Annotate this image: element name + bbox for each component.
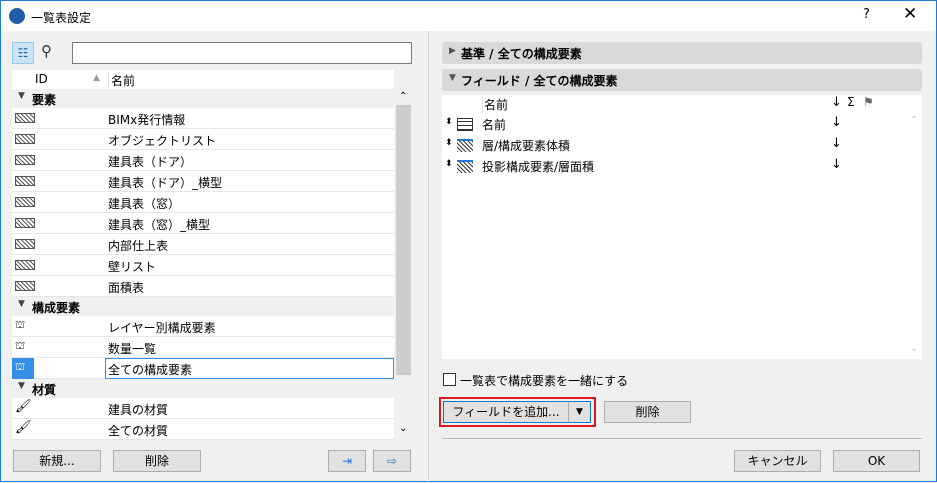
triangle-down-icon: ▼ [18,91,25,101]
ok-button[interactable]: OK [833,450,920,472]
panel-divider[interactable] [428,31,429,483]
dropdown-arrow-icon[interactable]: ▼ [568,402,590,422]
list-item[interactable]: ⛫ 全ての構成要素 [12,358,394,379]
criteria-section-header[interactable]: ▶ 基準 / 全ての構成要素 [442,42,922,64]
triangle-right-icon: ▶ [449,46,456,56]
list-item[interactable]: 🖌︎ 建具の材質 [12,398,394,419]
field-row[interactable]: ⬍ 投影構成要素/層面積 ↓ [442,156,905,177]
new-button[interactable]: 新規... [13,450,101,472]
list-item[interactable]: 建具表（ドア）_横型 [12,171,394,192]
export-icon: ⇨ [386,454,398,468]
help-button[interactable]: ? [863,7,870,22]
triangle-down-icon: ▼ [18,299,25,309]
field-column-sort: ↓ [831,95,842,110]
list-item[interactable]: 🖌︎ 全ての材質 [12,419,394,440]
cancel-button[interactable]: キャンセル [734,450,821,472]
add-field-button[interactable]: フィールドを追加... ▼ [443,401,591,423]
fields-section-header[interactable]: ▼ フィールド / 全ての構成要素 [442,69,922,91]
component-icon: ⛫ [15,339,26,352]
fields-header: 名前 ↓ Σ ⚑ [442,95,905,113]
list-item[interactable]: 面積表 [12,276,394,297]
field-column-name: 名前 [482,96,509,113]
schedule-element-icon [15,218,35,228]
list-item[interactable]: 壁リスト [12,255,394,276]
schedule-element-icon [15,281,35,291]
delete-field-button[interactable]: 削除 [604,401,691,423]
sort-order-icon[interactable]: ↓ [831,136,842,151]
list-item[interactable]: 建具表（窓） [12,192,394,213]
component-brick-icon [457,118,473,131]
import-button[interactable]: ⇥ [328,450,366,472]
export-button[interactable]: ⇨ [373,450,411,472]
schedule-element-icon [15,239,35,249]
reorder-handle-icon[interactable]: ⬍ [445,117,453,127]
import-icon: ⇥ [341,454,353,468]
fields-scrollbar[interactable]: ⌃ ⌄ [906,113,922,359]
component-icon: ⛫ [15,360,26,373]
list-item[interactable]: 建具表（窓）_横型 [12,213,394,234]
reorder-handle-icon[interactable]: ⬍ [445,138,453,148]
schedule-element-icon [15,113,35,123]
list-item[interactable]: ⛫ レイヤー別構成要素 [12,316,394,337]
separator [442,438,922,439]
brush-icon: 🖌︎ [15,420,32,435]
list-scrollbar[interactable]: ⌃ ⌄ [396,89,411,441]
schedule-element-icon [15,176,35,186]
list-item[interactable]: 内部仕上表 [12,234,394,255]
reorder-handle-icon[interactable]: ⬍ [445,159,453,169]
list-item[interactable]: 建具表（ドア） [12,150,394,171]
schedule-element-icon [15,197,35,207]
field-row[interactable]: ⬍ 名前 ↓ [442,114,905,135]
schedule-element-icon [15,134,35,144]
merge-checkbox-label[interactable]: 一覧表で構成要素を一緒にする [460,372,628,389]
list-item[interactable]: オブジェクトリスト [12,129,394,150]
schedule-element-icon [15,155,35,165]
component-icon: ⛫ [15,318,26,331]
delete-schedule-button[interactable]: 削除 [113,450,201,472]
schedule-element-icon [15,260,35,270]
scrollbar-thumb[interactable] [396,105,411,375]
brush-icon: 🖌︎ [15,399,32,414]
group-header[interactable]: ▼ 構成要素 [12,297,394,316]
sort-order-icon[interactable]: ↓ [831,115,842,130]
list-item[interactable]: BIMx発行情報 [12,108,394,129]
triangle-down-icon: ▼ [18,381,25,391]
field-column-sum: Σ [847,95,855,109]
layer-hatch-icon [457,139,473,152]
sort-order-icon[interactable]: ↓ [831,157,842,172]
layer-hatch-icon [457,160,473,173]
group-header[interactable]: ▼ 材質 [12,379,394,398]
merge-checkbox[interactable] [443,373,456,386]
field-row[interactable]: ⬍ 層/構成要素体積 ↓ [442,135,905,156]
list-item[interactable]: ⛫ 数量一覧 [12,337,394,358]
flag-icon: ⚑ [863,95,874,109]
group-header[interactable]: ▼ 要素 [12,89,394,108]
triangle-down-icon: ▼ [449,73,456,83]
close-button[interactable]: ✕ [903,4,917,24]
